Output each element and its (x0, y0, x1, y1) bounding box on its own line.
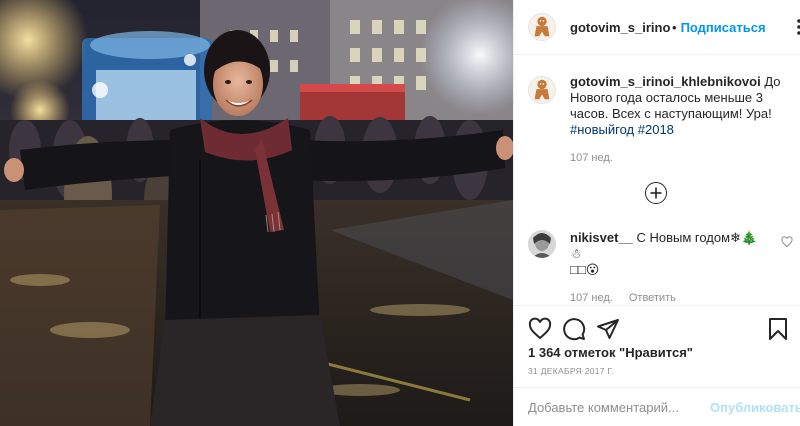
hashtag[interactable]: #новыйгод (570, 122, 634, 137)
comment-meta: 107 нед. Ответить (570, 292, 766, 304)
plus-circle-icon (650, 187, 662, 199)
hashtag[interactable]: #2018 (638, 122, 674, 137)
comment-item: nikisvet__ С Новым годом❄🎄☃ □□😮 107 нед.… (528, 230, 793, 304)
author-avatar[interactable] (528, 13, 556, 41)
comment-time: 107 нед. (570, 292, 613, 304)
more-dots-icon[interactable] (793, 18, 800, 36)
add-comment-form: Опубликовать (514, 387, 800, 426)
post-sidebar: gotovim_s_irinoi_kh • Подписаться (513, 0, 800, 426)
post-dialog: gotovim_s_irinoi_kh • Подписаться (0, 0, 800, 426)
comment-text: nikisvet__ С Новым годом❄🎄☃ □□😮 (570, 230, 766, 278)
commenter-avatar[interactable] (528, 230, 556, 258)
load-more-comments-button[interactable] (645, 182, 667, 204)
heart-icon[interactable] (781, 236, 793, 248)
post-header: gotovim_s_irinoi_kh • Подписаться (514, 0, 800, 55)
publish-button[interactable]: Опубликовать (710, 400, 800, 415)
bookmark-icon[interactable] (766, 317, 790, 341)
comment-input[interactable] (528, 399, 704, 415)
caption-username[interactable]: gotovim_s_irinoi_khlebnikovoi (570, 74, 761, 89)
commenter-username[interactable]: nikisvet__ (570, 230, 633, 245)
post-caption: gotovim_s_irinoi_khlebnikovoi До Нового … (528, 74, 793, 164)
reply-button[interactable]: Ответить (629, 292, 676, 304)
post-date: 31 ДЕКАБРЯ 2017 Г. (528, 366, 615, 376)
paper-plane-icon[interactable] (596, 317, 620, 341)
caption-time: 107 нед. (570, 152, 613, 164)
caption-text: gotovim_s_irinoi_khlebnikovoi До Нового … (570, 74, 792, 138)
author-username[interactable]: gotovim_s_irinoi_kh (570, 20, 670, 35)
post-photo[interactable] (0, 0, 513, 426)
caption-avatar[interactable] (528, 76, 556, 104)
heart-icon[interactable] (528, 317, 552, 341)
comment-icon[interactable] (562, 317, 586, 341)
likes-count[interactable]: 1 364 отметок "Нравится" (528, 345, 693, 360)
gingerbread-icon (529, 14, 555, 40)
gingerbread-icon (529, 77, 555, 103)
follow-button[interactable]: Подписаться (681, 20, 766, 35)
header-separator: • (672, 19, 677, 35)
photo-illustration (0, 0, 513, 426)
commenter-photo (528, 230, 556, 258)
